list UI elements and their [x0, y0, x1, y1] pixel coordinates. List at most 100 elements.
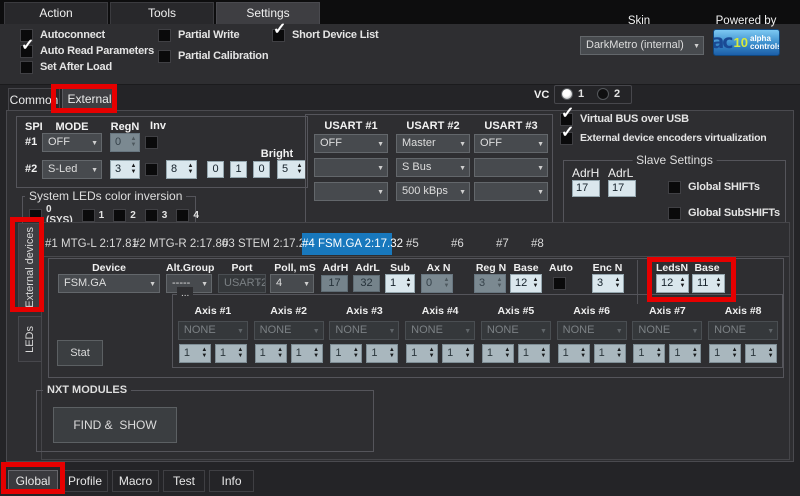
encn-spinner[interactable]: 3▲▼ [592, 274, 624, 293]
side-tab-leds[interactable]: LEDs [18, 316, 42, 362]
partial-write-checkbox[interactable]: ✓ Partial Write [158, 28, 239, 42]
device-tab-2[interactable]: #2 MTG-R 2:17.80 [133, 233, 228, 255]
tab-profile[interactable]: Profile [62, 470, 108, 492]
axis-spinner-b[interactable]: 1▲▼ [442, 344, 474, 363]
axis-spinner-b[interactable]: 1▲▼ [669, 344, 701, 363]
skin-select[interactable]: DarkMetro (internal) ▼ [580, 36, 704, 55]
side-tab-external-devices[interactable]: External devices [18, 223, 42, 312]
auto-checkbox[interactable]: ✓ [553, 277, 566, 290]
device-select[interactable]: FSM.GA▼ [58, 274, 160, 293]
tab-info[interactable]: Info [209, 470, 254, 492]
spinner-down-icon[interactable]: ▼ [277, 354, 283, 359]
axis-spinner-a[interactable]: 1▲▼ [633, 344, 665, 363]
spinner-down-icon[interactable]: ▼ [406, 284, 412, 289]
axis-spinner-b[interactable]: 1▲▼ [215, 344, 247, 363]
axis-spinner-a[interactable]: 1▲▼ [255, 344, 287, 363]
checkbox[interactable]: ✓ [176, 209, 189, 222]
set-after-load-checkbox[interactable]: ✓ Set After Load [20, 60, 112, 74]
spi2-cell-3[interactable]: 0 [253, 161, 270, 178]
led-inv-3[interactable]: ✓3 [145, 209, 168, 222]
spinner-down-icon[interactable]: ▼ [540, 354, 546, 359]
axis-spinner-a[interactable]: 1▲▼ [709, 344, 741, 363]
checkbox[interactable]: ✓ [113, 209, 126, 222]
usart1-mode-select[interactable]: OFF▼ [314, 134, 388, 153]
tab-settings[interactable]: Settings [216, 2, 320, 24]
spinner-down-icon[interactable]: ▼ [201, 354, 207, 359]
spinner-down-icon[interactable]: ▼ [692, 354, 698, 359]
short-device-list-checkbox[interactable]: ✓ Short Device List [272, 28, 378, 42]
usart2-mode-select[interactable]: Master▼ [396, 134, 470, 153]
checkbox[interactable]: ✓ [158, 50, 171, 63]
usart3-mode-select[interactable]: OFF▼ [474, 134, 548, 153]
spinner-down-icon[interactable]: ▼ [131, 170, 137, 175]
spinner-down-icon[interactable]: ▼ [533, 284, 539, 289]
spi2-value2-spinner[interactable]: 8 ▲▼ [166, 160, 197, 179]
led-inv-2[interactable]: ✓2 [113, 209, 136, 222]
tab-tools[interactable]: Tools [110, 2, 214, 24]
spi2-regn-spinner[interactable]: 3 ▲▼ [110, 160, 140, 179]
checkbox[interactable]: ✓ [82, 209, 95, 222]
checkbox[interactable]: ✓ [668, 181, 681, 194]
axis-spinner-a[interactable]: 1▲▼ [558, 344, 590, 363]
global-subshifts-checkbox[interactable]: ✓ Global SubSHIFTs [668, 206, 780, 220]
axis-spinner-b[interactable]: 1▲▼ [366, 344, 398, 363]
axis-spinner-b[interactable]: 1▲▼ [745, 344, 777, 363]
device-tab-6[interactable]: #6 [451, 233, 464, 255]
spinner-down-icon[interactable]: ▼ [389, 354, 395, 359]
spinner-down-icon[interactable]: ▼ [504, 354, 510, 359]
spinner-down-icon[interactable]: ▼ [297, 170, 303, 175]
slave-adrh-field[interactable]: 17 [572, 180, 600, 197]
device-tab-3[interactable]: #3 STEM 2:17.28 [222, 233, 312, 255]
spi2-cell-1[interactable]: 0 [207, 161, 224, 178]
usart1-option-select[interactable]: ▼ [314, 158, 388, 177]
usart3-option-select[interactable]: ▼ [474, 158, 548, 177]
spinner-down-icon[interactable]: ▼ [313, 354, 319, 359]
encoders-virtualization-checkbox[interactable]: ✓ External device encoders virtualizatio… [560, 131, 767, 145]
axis-spinner-b[interactable]: 1▲▼ [594, 344, 626, 363]
checkbox[interactable]: ✓ [560, 132, 573, 145]
spi2-mode-select[interactable]: S-Led ▼ [42, 160, 102, 179]
spinner-down-icon[interactable]: ▼ [656, 354, 662, 359]
radio-button[interactable] [561, 88, 573, 100]
checkbox[interactable]: ✓ [272, 29, 285, 42]
checkbox[interactable]: ✓ [145, 209, 158, 222]
led-inv-1[interactable]: ✓1 [82, 209, 105, 222]
spinner-down-icon[interactable]: ▼ [716, 284, 722, 289]
spinner-down-icon[interactable]: ▼ [465, 354, 471, 359]
alpha-controls-logo[interactable]: ac 10 alpha controls [713, 29, 780, 56]
axis-spinner-a[interactable]: 1▲▼ [179, 344, 211, 363]
axis-spinner-a[interactable]: 1▲▼ [406, 344, 438, 363]
checkbox[interactable]: ✓ [20, 61, 33, 74]
poll-select[interactable]: 4▼ [270, 274, 314, 293]
stat-button[interactable]: Stat [57, 340, 103, 366]
usart2-speed-select[interactable]: 500 kBps▼ [396, 182, 470, 201]
tab-test[interactable]: Test [163, 470, 205, 492]
spi2-bright-spinner[interactable]: 5 ▲▼ [277, 160, 306, 179]
spinner-down-icon[interactable]: ▼ [680, 284, 686, 289]
tab-macro[interactable]: Macro [112, 470, 159, 492]
radio-button[interactable] [597, 88, 609, 100]
led-inv-4[interactable]: ✓4 [176, 209, 199, 222]
device-tab-8[interactable]: #8 [531, 233, 544, 255]
spinner-down-icon[interactable]: ▼ [188, 170, 194, 175]
spinner-down-icon[interactable]: ▼ [768, 354, 774, 359]
base2-spinner[interactable]: 11▲▼ [692, 274, 725, 293]
tab-external[interactable]: External [62, 87, 117, 111]
virtual-bus-checkbox[interactable]: ✓ Virtual BUS over USB [560, 112, 689, 126]
slave-adrl-field[interactable]: 17 [608, 180, 636, 197]
find-and-show-button[interactable]: FIND & SHOW [53, 407, 177, 443]
axis-spinner-b[interactable]: 1▲▼ [291, 344, 323, 363]
vc-radio-2[interactable]: 2 [597, 88, 620, 100]
spi2-inv-checkbox[interactable]: ✓ [145, 163, 158, 176]
checkbox[interactable]: ✓ [668, 207, 681, 220]
device-tab-1[interactable]: #1 MTG-L 2:17.81 [45, 233, 138, 255]
spinner-down-icon[interactable]: ▼ [580, 354, 586, 359]
spinner-down-icon[interactable]: ▼ [429, 354, 435, 359]
spi1-mode-select[interactable]: OFF ▼ [42, 133, 102, 152]
auto-read-parameters-checkbox[interactable]: ✓ Auto Read Parameters [20, 44, 154, 58]
spi2-cell-2[interactable]: 1 [230, 161, 247, 178]
checkbox[interactable]: ✓ [29, 209, 42, 222]
sub-spinner[interactable]: 1▲▼ [385, 274, 415, 293]
tab-action[interactable]: Action [4, 2, 108, 24]
device-tab-4[interactable]: #4 FSM.GA 2:17.32 [302, 233, 392, 255]
